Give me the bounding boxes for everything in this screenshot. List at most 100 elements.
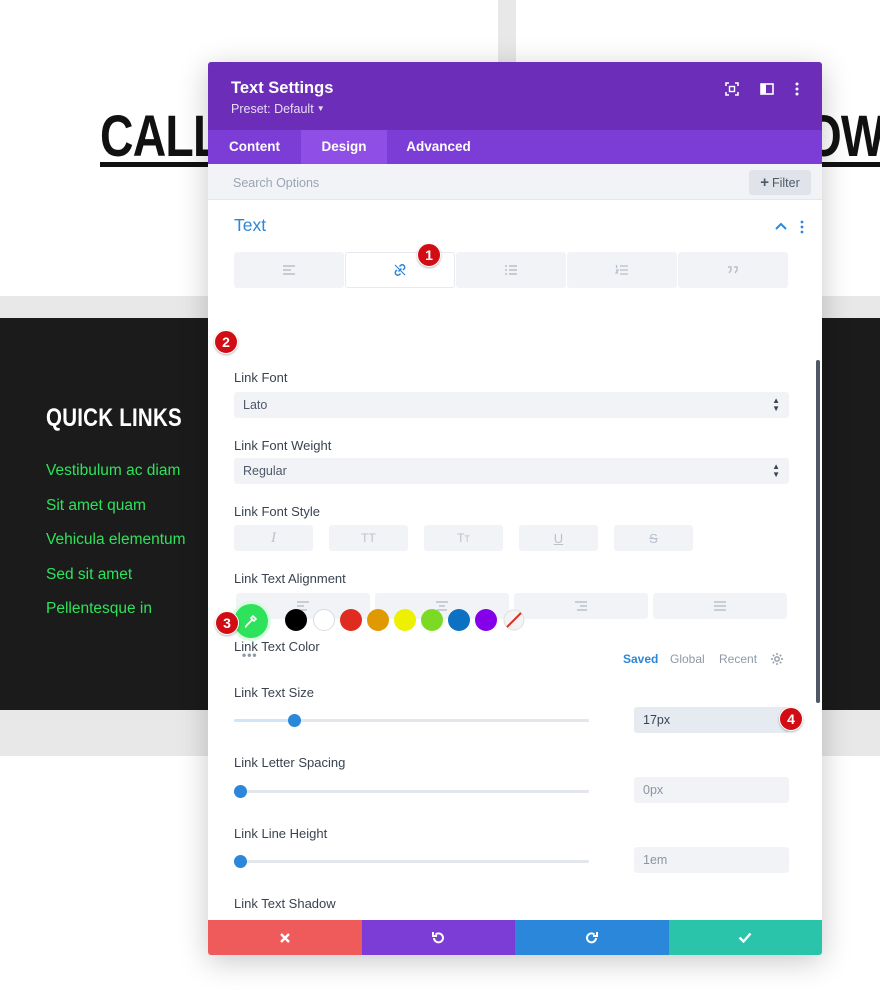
subtab-quote[interactable] [678, 252, 788, 288]
section-more-icon[interactable] [797, 220, 807, 234]
quote-icon [728, 266, 738, 274]
undo-button[interactable] [361, 920, 515, 955]
search-bar: +Filter [208, 164, 822, 200]
filter-label: Filter [771, 176, 800, 190]
fullscreen-icon[interactable] [723, 80, 741, 98]
swatch-purple[interactable] [475, 609, 497, 631]
align-right-button[interactable] [514, 593, 648, 619]
eyedropper-icon [244, 614, 258, 628]
redo-icon [586, 932, 599, 944]
no-color-icon[interactable] [503, 609, 525, 631]
split-view-icon[interactable] [758, 80, 776, 98]
font-style-strikethrough-button[interactable]: S [614, 525, 693, 551]
link-font-select[interactable]: Lato ▲ ▼ [234, 392, 789, 418]
plus-icon: + [760, 174, 769, 191]
more-options-icon[interactable] [788, 80, 806, 98]
swatch-orange[interactable] [367, 609, 389, 631]
swatch-yellow[interactable] [394, 609, 416, 631]
modal-title: Text Settings [231, 79, 334, 97]
caret-down-icon: ▼ [316, 104, 325, 113]
link-icon [394, 264, 406, 276]
subtab-paragraph[interactable] [234, 252, 344, 288]
slider-fill [234, 719, 295, 722]
annotation-badge-3: 3 [215, 611, 239, 635]
quick-links-list: Vestibulum ac diam Sit amet quam Vehicul… [46, 462, 186, 635]
palette-tab-recent[interactable]: Recent [719, 652, 757, 666]
align-right-icon [575, 601, 587, 611]
link-line-height-label: Link Line Height [234, 826, 328, 841]
quick-link-item[interactable]: Pellentesque in [46, 600, 186, 635]
swatch-red[interactable] [340, 609, 362, 631]
link-letter-spacing-label: Link Letter Spacing [234, 755, 346, 770]
discard-button[interactable] [208, 920, 362, 955]
tab-advanced[interactable]: Advanced [387, 130, 490, 164]
capitalize-icon: TT [457, 531, 470, 545]
swatch-blue[interactable] [448, 609, 470, 631]
strikethrough-icon: S [649, 530, 658, 546]
save-button[interactable] [668, 920, 822, 955]
tab-design[interactable]: Design [301, 130, 387, 164]
modal-header[interactable]: Text Settings Preset: Default ▼ [208, 62, 822, 130]
slider-thumb[interactable] [234, 785, 247, 798]
chevron-up-icon[interactable] [775, 222, 787, 230]
modal-tabs: Content Design Advanced [208, 130, 822, 164]
close-icon [279, 932, 290, 943]
link-text-shadow-label: Link Text Shadow [234, 896, 336, 911]
font-style-capitalize-button[interactable]: TT [424, 525, 503, 551]
quick-link-item[interactable]: Sit amet quam [46, 497, 186, 532]
filter-button[interactable]: + Filter [749, 170, 811, 195]
search-options-input[interactable] [233, 173, 633, 193]
subtab-ordered-list[interactable] [567, 252, 677, 288]
underline-icon: U [553, 530, 564, 546]
swatch-white[interactable] [313, 609, 335, 631]
link-font-style-buttons: I TT TT U S [234, 525, 694, 551]
scrollbar[interactable] [816, 360, 820, 703]
more-colors-icon[interactable]: ••• [242, 648, 258, 662]
link-font-value: Lato [243, 398, 268, 412]
align-justify-button[interactable] [653, 593, 787, 619]
text-subtabs [234, 252, 789, 288]
slider-thumb[interactable] [234, 855, 247, 868]
font-style-italic-button[interactable]: I [234, 525, 313, 551]
preset-dropdown[interactable]: Preset: Default ▼ [231, 102, 325, 116]
check-icon [738, 932, 752, 943]
palette-tab-saved[interactable]: Saved [623, 652, 658, 666]
quick-link-item[interactable]: Vestibulum ac diam [46, 462, 186, 497]
palette-tab-global[interactable]: Global [670, 652, 705, 666]
link-font-weight-select[interactable]: Regular ▲ ▼ [234, 458, 789, 484]
uppercase-icon: TT [361, 531, 376, 545]
annotation-badge-1: 1 [417, 243, 441, 267]
font-style-uppercase-button[interactable]: TT [329, 525, 408, 551]
align-center-icon [436, 601, 448, 611]
link-font-label: Link Font [234, 370, 288, 385]
link-letter-spacing-slider[interactable] [234, 785, 589, 798]
redo-button[interactable] [515, 920, 669, 955]
link-letter-spacing-input[interactable] [634, 777, 789, 803]
annotation-badge-4: 4 [779, 707, 803, 731]
italic-icon: I [271, 529, 276, 546]
link-text-size-input[interactable] [634, 707, 789, 733]
link-line-height-input[interactable] [634, 847, 789, 873]
quick-links-title: QUICK LINKS [46, 404, 182, 432]
preset-label: Preset: Default [231, 102, 314, 116]
font-style-underline-button[interactable]: U [519, 525, 598, 551]
unordered-list-icon [505, 265, 517, 275]
tab-content[interactable]: Content [208, 130, 301, 164]
color-picker-button[interactable] [234, 604, 268, 638]
select-arrows-icon: ▲ ▼ [772, 462, 780, 479]
swatch-green[interactable] [421, 609, 443, 631]
annotation-badge-2: 2 [214, 330, 238, 354]
subtab-unordered-list[interactable] [456, 252, 566, 288]
quick-link-item[interactable]: Vehicula elementum [46, 531, 186, 566]
select-arrows-icon: ▲ ▼ [772, 396, 780, 413]
ordered-list-icon [615, 265, 628, 275]
link-text-size-slider[interactable] [234, 714, 589, 727]
swatch-black[interactable] [285, 609, 307, 631]
link-line-height-slider[interactable] [234, 855, 589, 868]
gear-icon[interactable] [770, 652, 784, 666]
link-font-weight-value: Regular [243, 464, 287, 478]
section-title-text[interactable]: Text [234, 215, 266, 236]
quick-link-item[interactable]: Sed sit amet [46, 566, 186, 601]
link-text-alignment-label: Link Text Alignment [234, 571, 346, 586]
settings-body: Text Link Font Lato ▲ ▼ Link Font Weight… [208, 200, 822, 920]
